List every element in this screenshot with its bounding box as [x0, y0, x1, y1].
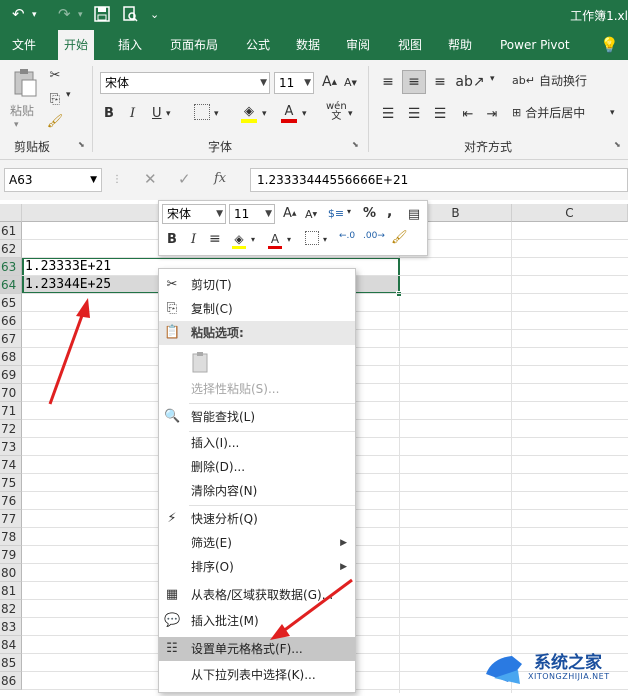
watermark-url: XITONGZHIJIA.NET: [528, 672, 610, 681]
watermark-logo: 系统之家 XITONGZHIJIA.NET: [482, 644, 628, 693]
annotation-arrow-2: [281, 578, 353, 634]
arrowhead-2: [270, 624, 290, 640]
annotation-arrow-1: [48, 309, 86, 405]
annotation-arrows: [48, 298, 353, 640]
arrowhead-1: [76, 298, 90, 318]
watermark-brand: 系统之家: [534, 653, 602, 673]
